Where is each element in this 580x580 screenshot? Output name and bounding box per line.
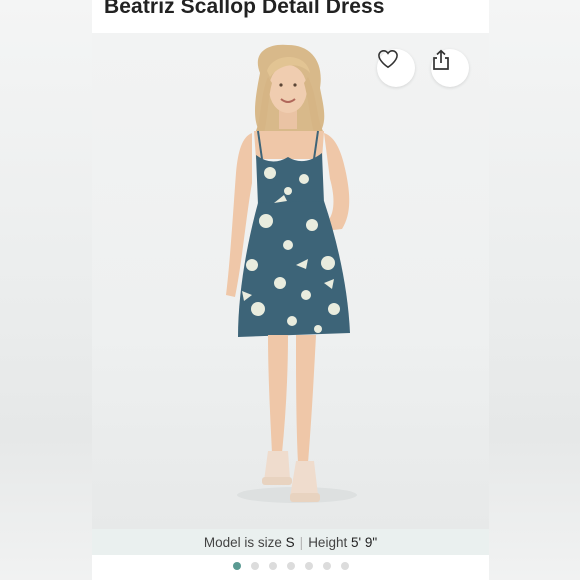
model-illustration xyxy=(226,44,357,503)
model-info-separator: | xyxy=(299,534,304,550)
model-size-value: S xyxy=(285,534,295,550)
product-card: Beatriz Scallop Detail Dress Model is si… xyxy=(92,0,489,580)
carousel-dot[interactable] xyxy=(340,562,349,570)
model-height-label: Height xyxy=(308,534,348,550)
carousel-dot[interactable] xyxy=(322,562,331,570)
model-height-value: 5' 9" xyxy=(350,534,378,550)
heart-icon xyxy=(378,50,398,69)
carousel-dot[interactable] xyxy=(286,562,295,570)
carousel-dot[interactable] xyxy=(304,562,313,570)
carousel-dot[interactable] xyxy=(232,562,241,570)
background-blur-left xyxy=(0,0,92,580)
model-info-caption: Model is size S | Height 5' 9" xyxy=(92,529,489,555)
product-title: Beatriz Scallop Detail Dress xyxy=(104,0,385,18)
background-blur-right xyxy=(489,0,580,580)
model-size-label: Model is size xyxy=(203,534,282,550)
share-button[interactable] xyxy=(431,49,469,87)
like-button[interactable] xyxy=(377,49,415,87)
carousel-dot[interactable] xyxy=(268,562,277,570)
product-photo[interactable] xyxy=(92,33,489,529)
carousel-indicator xyxy=(92,562,489,570)
carousel-dot[interactable] xyxy=(250,562,259,570)
share-icon xyxy=(433,49,449,70)
